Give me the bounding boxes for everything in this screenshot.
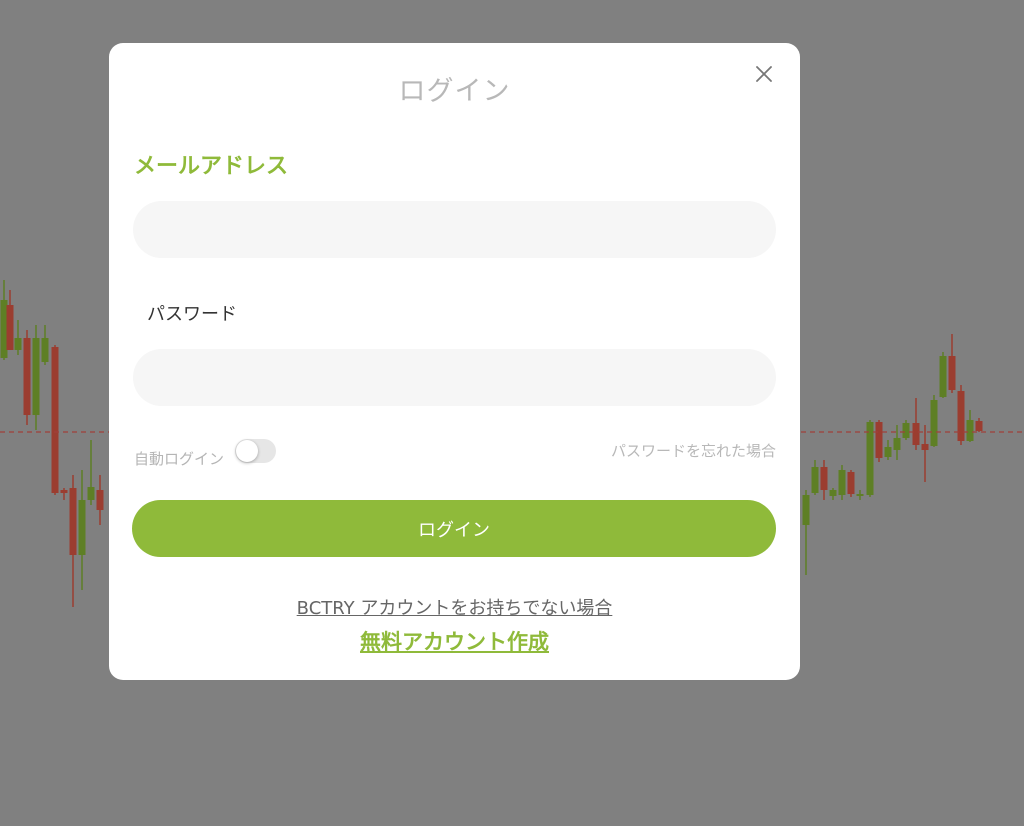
forgot-password-link[interactable]: パスワードを忘れた場合	[611, 440, 776, 461]
candle-body	[60, 490, 68, 493]
candle-body	[96, 490, 104, 510]
candle-body	[820, 467, 828, 490]
candle-body	[78, 500, 86, 555]
email-field[interactable]	[133, 201, 776, 258]
toggle-knob	[236, 440, 258, 462]
candle-body	[23, 338, 31, 415]
candle-body	[866, 422, 874, 495]
modal-title: ログイン	[398, 76, 511, 107]
candle-body	[811, 467, 819, 493]
candle-body	[856, 494, 864, 496]
candle-body	[921, 444, 929, 450]
password-field[interactable]	[133, 349, 776, 406]
candle-body	[802, 495, 810, 525]
candle-body	[884, 447, 892, 457]
candle-body	[51, 347, 59, 493]
close-icon[interactable]	[755, 65, 773, 83]
candle-body	[975, 421, 983, 431]
candle-body	[957, 391, 965, 441]
password-label: パスワード	[147, 304, 237, 325]
candle-body	[14, 338, 22, 350]
login-button[interactable]: ログイン	[132, 500, 776, 557]
candle-body	[838, 470, 846, 495]
candle-body	[893, 438, 901, 450]
candle-body	[875, 422, 883, 458]
candle-body	[930, 400, 938, 446]
candle-body	[902, 423, 910, 438]
candle-body	[912, 423, 920, 445]
candle-body	[41, 338, 49, 362]
email-label: メールアドレス	[134, 154, 289, 179]
candle-body	[829, 490, 837, 496]
auto-login-toggle[interactable]	[235, 439, 276, 463]
candle-body	[939, 356, 947, 397]
candle-body	[847, 472, 855, 494]
create-free-account-link[interactable]: 無料アカウント作成	[109, 626, 800, 656]
candle-body	[87, 487, 95, 500]
candle-body	[69, 488, 77, 555]
candle-body	[0, 300, 8, 358]
login-modal: ログイン メールアドレス パスワード 自動ログイン パスワードを忘れた場合 ログ…	[109, 43, 800, 680]
auto-login-label: 自動ログイン	[134, 450, 225, 468]
candle-body	[948, 356, 956, 390]
candle-body	[32, 338, 40, 415]
candle-body	[966, 420, 974, 441]
candle-body	[6, 305, 14, 350]
no-account-link[interactable]: BCTRY アカウントをお持ちでない場合	[109, 594, 800, 620]
